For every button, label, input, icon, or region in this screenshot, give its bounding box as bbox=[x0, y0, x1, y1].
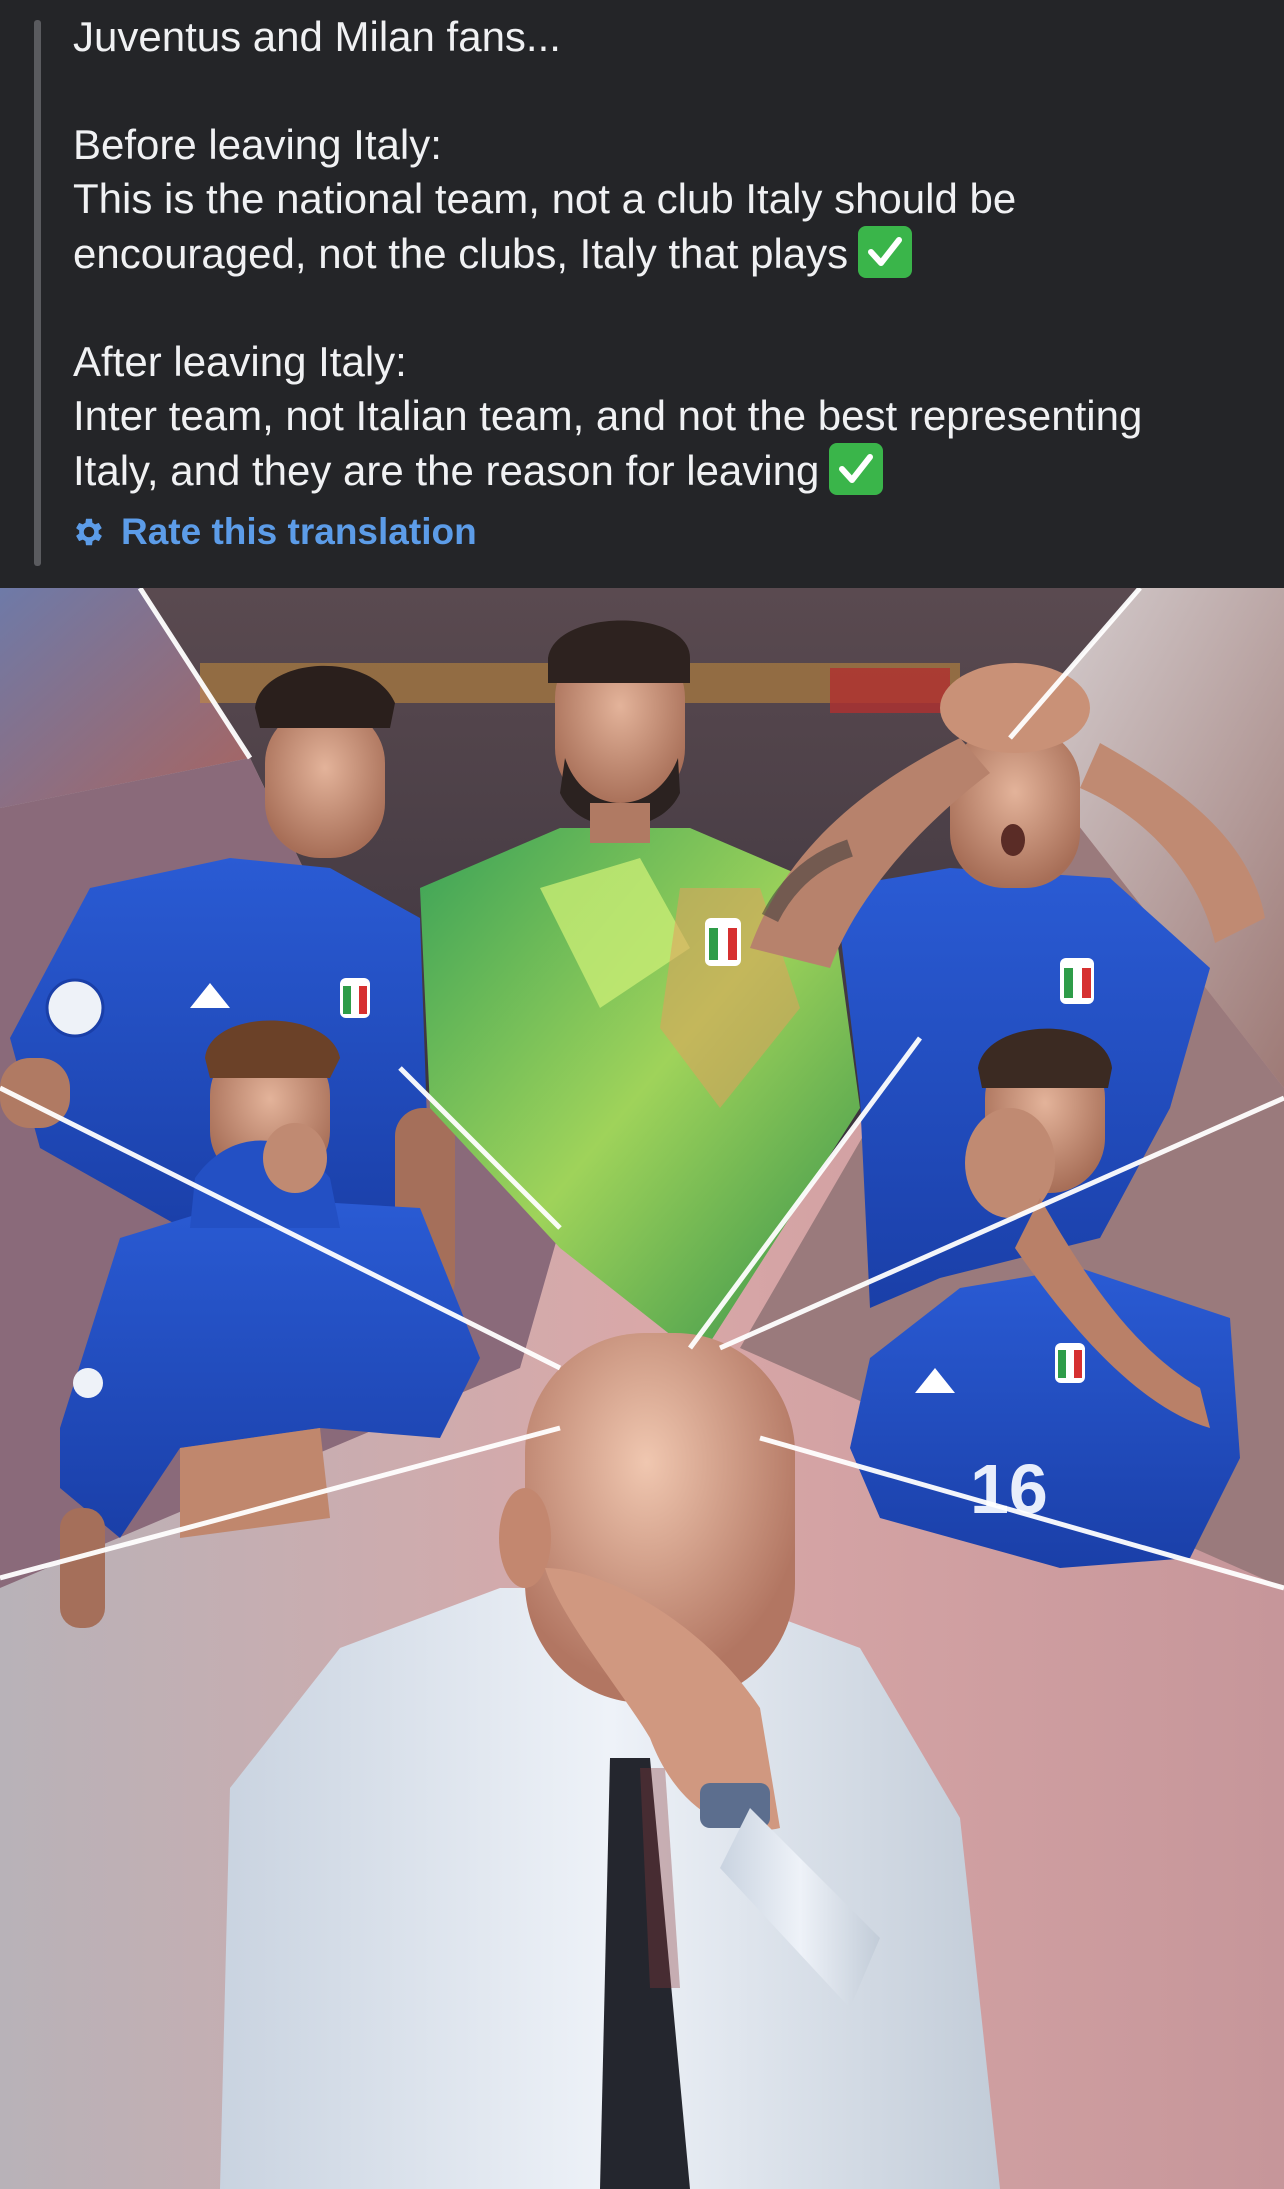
text-line: Before leaving Italy: bbox=[73, 121, 442, 168]
translated-text: Juventus and Milan fans... Before leavin… bbox=[73, 10, 1263, 498]
text-line-with-check: Italy, and they are the reason for leavi… bbox=[73, 443, 1263, 498]
text-line: This is the national team, not a club It… bbox=[73, 175, 1017, 222]
gear-icon bbox=[71, 514, 107, 550]
post-container: Juventus and Milan fans... Before leavin… bbox=[0, 0, 1284, 2189]
text-line: Italy, and they are the reason for leavi… bbox=[73, 447, 820, 494]
rate-translation-label: Rate this translation bbox=[121, 511, 477, 552]
check-mark-icon bbox=[858, 226, 913, 278]
text-line: Juventus and Milan fans... bbox=[73, 13, 561, 60]
text-line: Inter team, not Italian team, and not th… bbox=[73, 392, 1143, 439]
quote-bar bbox=[34, 20, 41, 566]
text-line: After leaving Italy: bbox=[73, 338, 407, 385]
translated-text-block: Juventus and Milan fans... Before leavin… bbox=[0, 0, 1284, 588]
post-image-collage: 16 bbox=[0, 588, 1284, 2189]
text-line: encouraged, not the clubs, Italy that pl… bbox=[73, 230, 849, 277]
check-mark-icon bbox=[829, 443, 884, 495]
post-image[interactable]: 16 bbox=[0, 588, 1284, 2189]
text-line-with-check: encouraged, not the clubs, Italy that pl… bbox=[73, 226, 1263, 281]
rate-translation-link[interactable]: Rate this translation bbox=[71, 508, 477, 556]
